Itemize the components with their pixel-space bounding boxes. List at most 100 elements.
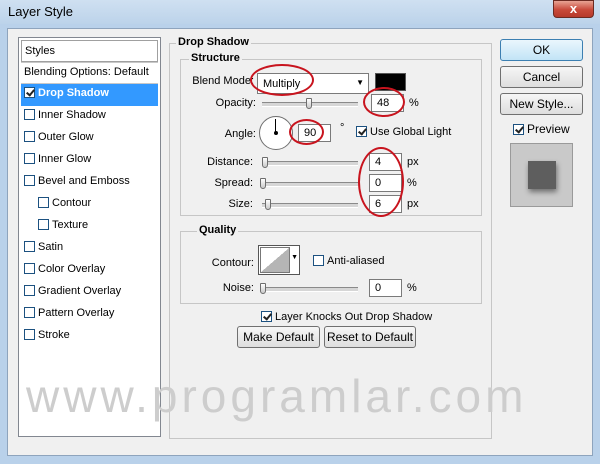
distance-slider-thumb[interactable] <box>262 157 268 168</box>
size-slider[interactable] <box>262 199 358 210</box>
anti-aliased-option[interactable]: Anti-aliased <box>313 255 384 267</box>
styles-item-checkbox[interactable] <box>38 219 49 230</box>
styles-item-checkbox[interactable] <box>24 153 35 164</box>
spread-slider[interactable] <box>260 178 358 189</box>
ok-label: OK <box>532 43 551 57</box>
cancel-button[interactable]: Cancel <box>500 66 583 88</box>
contour-label: Contour: <box>211 257 254 269</box>
styles-item[interactable]: Blending Options: Default <box>21 62 158 84</box>
styles-item-label: Gradient Overlay <box>38 285 122 297</box>
distance-unit: px <box>407 156 419 168</box>
structure-title: Structure <box>189 52 242 64</box>
blend-mode-label: Blend Mode: <box>192 75 254 87</box>
distance-slider[interactable] <box>262 157 358 168</box>
preview-checkbox[interactable] <box>513 124 524 135</box>
distance-label: Distance: <box>207 156 253 168</box>
styles-item-checkbox[interactable] <box>24 131 35 142</box>
noise-slider[interactable] <box>260 283 358 294</box>
reset-default-button[interactable]: Reset to Default <box>324 326 416 348</box>
preview-swatch <box>528 161 556 189</box>
window-title: Layer Style <box>8 4 74 19</box>
styles-item-label: Drop Shadow <box>38 87 109 99</box>
styles-item[interactable]: Drop Shadow <box>21 84 158 106</box>
opacity-unit: % <box>409 97 419 109</box>
make-default-button[interactable]: Make Default <box>237 326 320 348</box>
annotation-ring-distance-spread-size <box>358 147 404 217</box>
styles-item-label: Bevel and Emboss <box>38 175 130 187</box>
styles-item-checkbox[interactable] <box>24 175 35 186</box>
styles-item-checkbox[interactable] <box>24 285 35 296</box>
styles-item[interactable]: Color Overlay <box>21 260 158 282</box>
spread-slider-thumb[interactable] <box>260 178 266 189</box>
ok-button[interactable]: OK <box>500 39 583 61</box>
close-button[interactable]: x <box>553 0 594 18</box>
size-slider-thumb[interactable] <box>265 199 271 210</box>
styles-item[interactable]: Inner Shadow <box>21 106 158 128</box>
quality-title: Quality <box>197 224 239 236</box>
noise-label: Noise: <box>222 282 254 294</box>
styles-item-checkbox[interactable] <box>24 307 35 318</box>
knocks-out-label: Layer Knocks Out Drop Shadow <box>275 311 433 323</box>
preview-option[interactable]: Preview <box>513 122 570 136</box>
styles-item-checkbox[interactable] <box>24 109 35 120</box>
opacity-slider[interactable] <box>262 98 358 109</box>
styles-item-label: Outer Glow <box>38 131 94 143</box>
contour-preview <box>260 247 290 273</box>
make-default-label: Make Default <box>243 330 314 344</box>
noise-value: 0 <box>375 282 382 294</box>
styles-item[interactable]: Pattern Overlay <box>21 304 158 326</box>
styles-item[interactable]: Outer Glow <box>21 128 158 150</box>
watermark-text: www.programlar.com <box>26 370 528 422</box>
opacity-slider-thumb[interactable] <box>306 98 312 109</box>
use-global-light-checkbox[interactable] <box>356 126 367 137</box>
styles-item[interactable]: Gradient Overlay <box>21 282 158 304</box>
contour-picker[interactable]: ▼ <box>258 245 300 275</box>
opacity-label: Opacity: <box>215 97 256 109</box>
styles-item-label: Texture <box>52 219 89 231</box>
styles-item-checkbox[interactable] <box>24 329 35 340</box>
styles-item[interactable]: Inner Glow <box>21 150 158 172</box>
styles-item-checkbox[interactable] <box>24 87 35 98</box>
angle-unit: ° <box>340 122 345 134</box>
angle-dial[interactable] <box>259 116 293 150</box>
title-bar[interactable]: Layer Style <box>0 0 600 24</box>
noise-slider-thumb[interactable] <box>260 283 266 294</box>
styles-item-label: Color Overlay <box>38 263 106 275</box>
styles-item-label: Pattern Overlay <box>38 307 115 319</box>
annotation-ring-opacity <box>363 87 405 117</box>
noise-input[interactable]: 0 <box>369 279 402 297</box>
knocks-out-option[interactable]: Layer Knocks Out Drop Shadow <box>261 311 432 323</box>
styles-item-label: Inner Glow <box>38 153 92 165</box>
styles-item[interactable]: Contour <box>21 194 158 216</box>
styles-item-label: Contour <box>52 197 92 209</box>
cancel-label: Cancel <box>522 70 561 84</box>
knocks-out-checkbox[interactable] <box>261 311 272 322</box>
reset-default-label: Reset to Default <box>326 330 414 344</box>
angle-label: Angle: <box>224 128 256 140</box>
styles-item[interactable]: Satin <box>21 238 158 260</box>
use-global-light-label: Use Global Light <box>370 126 452 138</box>
close-icon: x <box>569 1 578 16</box>
anti-aliased-checkbox[interactable] <box>313 255 324 266</box>
anti-aliased-label: Anti-aliased <box>327 255 385 267</box>
new-style-button[interactable]: New Style... <box>500 93 583 115</box>
preview-box <box>510 143 573 207</box>
styles-item-checkbox[interactable] <box>38 197 49 208</box>
new-style-label: New Style... <box>509 97 574 111</box>
size-unit: px <box>407 198 419 210</box>
styles-item[interactable]: Texture <box>21 216 158 238</box>
annotation-ring-angle <box>289 119 324 145</box>
chevron-down-icon: ▼ <box>356 78 364 87</box>
spread-unit: % <box>407 177 417 189</box>
styles-item-label: Stroke <box>38 329 70 341</box>
styles-item-checkbox[interactable] <box>24 241 35 252</box>
styles-item-label: Satin <box>38 241 64 253</box>
styles-item-checkbox[interactable] <box>24 263 35 274</box>
spread-label: Spread: <box>214 177 253 189</box>
styles-item[interactable]: Bevel and Emboss <box>21 172 158 194</box>
use-global-light-option[interactable]: Use Global Light <box>356 126 451 138</box>
noise-unit: % <box>407 282 417 294</box>
chevron-down-icon: ▼ <box>291 254 298 261</box>
styles-item[interactable]: Stroke <box>21 326 158 348</box>
styles-header: Styles <box>21 40 158 62</box>
